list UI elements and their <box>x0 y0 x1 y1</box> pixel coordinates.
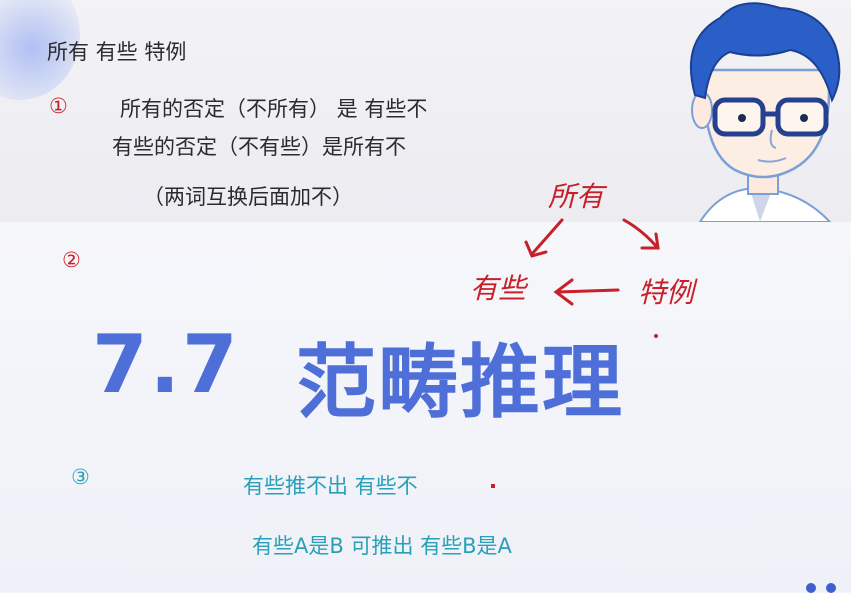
item2-marker: ② <box>62 248 81 272</box>
arrow-down-right-icon <box>622 218 658 248</box>
hand-word-top: 所有 <box>548 180 608 213</box>
arrow-left-icon <box>556 288 620 294</box>
item1-marker: ① <box>49 94 68 118</box>
arrow-down-left-icon <box>530 218 564 256</box>
hand-word-right: 特例 <box>638 276 698 309</box>
ink-dot <box>491 484 495 488</box>
item3-marker: ③ <box>71 465 90 489</box>
ink-dot-small <box>654 334 658 338</box>
title-number: 7.7 <box>92 318 240 411</box>
item1-line2: 有些的否定（不有些）是所有不 <box>112 135 406 159</box>
slide-heading: 所有 有些 特例 <box>47 40 187 64</box>
item3-line1: 有些推不出 有些不 <box>243 474 418 498</box>
item1-line1: 所有的否定（不所有） 是 有些不 <box>120 97 428 121</box>
item1-note: （两词互换后面加不） <box>143 185 353 209</box>
item3-line2: 有些A是B 可推出 有些B是A <box>252 534 512 558</box>
teacher-avatar <box>689 2 841 222</box>
hand-word-left: 有些 <box>470 272 529 305</box>
